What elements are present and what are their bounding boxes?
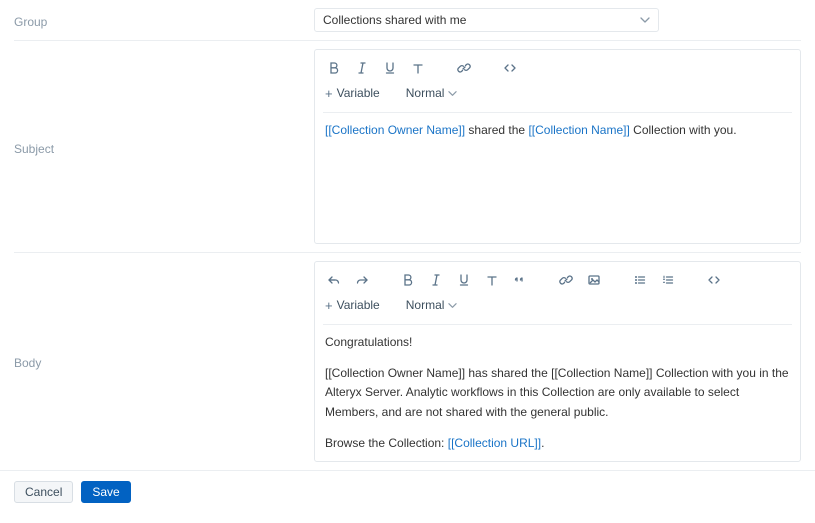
chevron-down-icon bbox=[640, 15, 650, 25]
paragraph-style-dropdown[interactable]: Normal bbox=[400, 294, 464, 316]
image-icon[interactable] bbox=[581, 268, 607, 292]
field-group: Collections shared with me bbox=[314, 8, 801, 32]
italic-icon[interactable] bbox=[349, 56, 375, 80]
token-collection-name[interactable]: [[Collection Name]] bbox=[528, 123, 629, 137]
list-ul-icon[interactable] bbox=[627, 268, 653, 292]
row-group: Group Collections shared with me bbox=[14, 0, 801, 40]
chevron-down-icon bbox=[448, 89, 457, 98]
insert-variable-button[interactable]: + Variable bbox=[321, 82, 388, 104]
italic-icon[interactable] bbox=[423, 268, 449, 292]
field-subject: + Variable Normal [[Collection Owner Name… bbox=[314, 49, 801, 244]
bold-icon[interactable] bbox=[321, 56, 347, 80]
redo-icon[interactable] bbox=[349, 268, 375, 292]
group-select[interactable]: Collections shared with me bbox=[314, 8, 659, 32]
body-content[interactable]: Congratulations! [[Collection Owner Name… bbox=[315, 325, 800, 461]
quote-icon[interactable] bbox=[507, 268, 533, 292]
subject-text: shared the bbox=[465, 123, 528, 137]
body-line3-after: . bbox=[541, 436, 544, 450]
subject-text-tail: Collection with you. bbox=[630, 123, 737, 137]
underline-icon[interactable] bbox=[377, 56, 403, 80]
cancel-button[interactable]: Cancel bbox=[14, 481, 73, 503]
body-editor: + Variable Normal Congratulations! [[Coll… bbox=[314, 261, 801, 462]
body-line1: Congratulations! bbox=[325, 333, 790, 352]
chevron-down-icon bbox=[448, 301, 457, 310]
body-toolbar-1 bbox=[315, 262, 800, 294]
paragraph-style-dropdown[interactable]: Normal bbox=[400, 82, 464, 104]
link-icon[interactable] bbox=[451, 56, 477, 80]
group-select-value: Collections shared with me bbox=[323, 13, 466, 27]
plus-icon: + bbox=[325, 298, 333, 313]
plus-icon: + bbox=[325, 86, 333, 101]
row-subject: Subject + Variable Normal bbox=[14, 40, 801, 252]
subject-toolbar-2: + Variable Normal bbox=[315, 82, 800, 110]
label-subject: Subject bbox=[14, 49, 314, 244]
subject-editor: + Variable Normal [[Collection Owner Name… bbox=[314, 49, 801, 244]
paragraph-style-label: Normal bbox=[406, 298, 445, 312]
variable-label: Variable bbox=[337, 298, 380, 312]
label-group: Group bbox=[14, 11, 314, 29]
bold-icon[interactable] bbox=[395, 268, 421, 292]
notification-form: Group Collections shared with me Subject bbox=[0, 0, 815, 470]
insert-variable-button[interactable]: + Variable bbox=[321, 294, 388, 316]
token-collection-url[interactable]: [[Collection URL]] bbox=[448, 436, 541, 450]
underline-icon[interactable] bbox=[451, 268, 477, 292]
field-body: + Variable Normal Congratulations! [[Coll… bbox=[314, 261, 801, 462]
text-style-icon[interactable] bbox=[479, 268, 505, 292]
paragraph-style-label: Normal bbox=[406, 86, 445, 100]
variable-label: Variable bbox=[337, 86, 380, 100]
save-button[interactable]: Save bbox=[81, 481, 130, 503]
row-body: Body bbox=[14, 252, 801, 470]
token-owner[interactable]: [[Collection Owner Name]] bbox=[325, 123, 465, 137]
code-icon[interactable] bbox=[701, 268, 727, 292]
body-line3-before: Browse the Collection: bbox=[325, 436, 448, 450]
text-style-icon[interactable] bbox=[405, 56, 431, 80]
code-icon[interactable] bbox=[497, 56, 523, 80]
undo-icon[interactable] bbox=[321, 268, 347, 292]
list-ol-icon[interactable] bbox=[655, 268, 681, 292]
body-line3: Browse the Collection: [[Collection URL]… bbox=[325, 434, 790, 453]
body-line2: [[Collection Owner Name]] has shared the… bbox=[325, 364, 790, 422]
link-icon[interactable] bbox=[553, 268, 579, 292]
label-body: Body bbox=[14, 261, 314, 462]
form-footer: Cancel Save bbox=[0, 470, 815, 513]
subject-toolbar-1 bbox=[315, 50, 800, 82]
body-toolbar-2: + Variable Normal bbox=[315, 294, 800, 322]
subject-content[interactable]: [[Collection Owner Name]] shared the [[C… bbox=[315, 113, 800, 243]
